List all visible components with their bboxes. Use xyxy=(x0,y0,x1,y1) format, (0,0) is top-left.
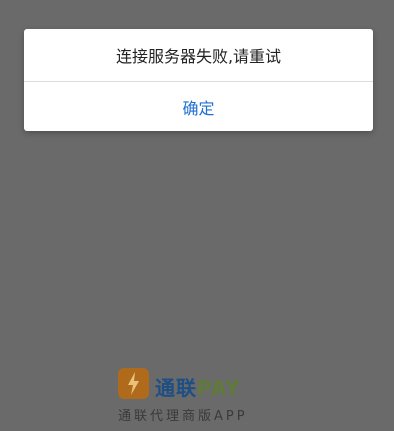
confirm-button[interactable]: 确定 xyxy=(24,82,373,131)
brand-wordmark: 通联PAY xyxy=(155,372,280,400)
lightning-bolt-icon xyxy=(118,368,149,399)
brand-wordmark-primary: 通联 xyxy=(155,376,197,400)
brand-tagline: 通联代理商版APP xyxy=(118,409,248,424)
app-brand: 通联PAY 通联代理商版APP xyxy=(118,368,280,426)
error-dialog: 连接服务器失败,请重试 确定 xyxy=(24,29,373,131)
dialog-message: 连接服务器失败,请重试 xyxy=(115,47,282,66)
brand-wordmark-secondary: PAY xyxy=(197,376,241,400)
